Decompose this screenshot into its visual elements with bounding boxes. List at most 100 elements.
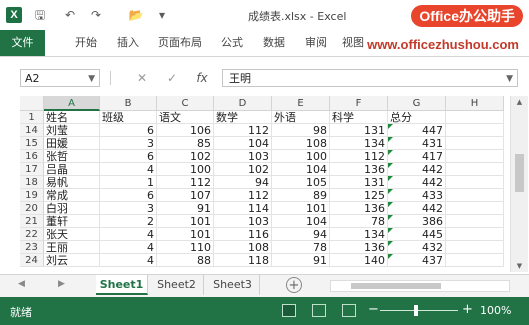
- expand-formula-icon[interactable]: ▼: [506, 70, 513, 88]
- table-cell[interactable]: 吕晶: [44, 163, 100, 176]
- table-cell[interactable]: 78: [272, 241, 330, 254]
- row-header[interactable]: 14: [20, 124, 44, 137]
- row-header[interactable]: 24: [20, 254, 44, 267]
- table-cell[interactable]: 103: [214, 150, 272, 163]
- row-header[interactable]: 15: [20, 137, 44, 150]
- table-cell[interactable]: 董轩: [44, 215, 100, 228]
- header-cell[interactable]: 外语: [272, 111, 330, 124]
- table-cell[interactable]: 140: [330, 254, 388, 267]
- tab-data[interactable]: 数据: [254, 30, 294, 56]
- row-header[interactable]: 1: [20, 111, 44, 124]
- customize-icon[interactable]: ▾: [154, 6, 170, 24]
- table-cell[interactable]: [446, 254, 504, 267]
- table-cell[interactable]: 433: [388, 189, 446, 202]
- table-cell[interactable]: 100: [157, 163, 214, 176]
- column-header-g[interactable]: G: [388, 96, 446, 111]
- sheet-tab-sheet2[interactable]: Sheet2: [150, 275, 204, 295]
- header-cell[interactable]: 科学: [330, 111, 388, 124]
- table-cell[interactable]: 108: [272, 137, 330, 150]
- table-cell[interactable]: 447: [388, 124, 446, 137]
- row-header[interactable]: 16: [20, 150, 44, 163]
- normal-view-icon[interactable]: [282, 304, 296, 317]
- column-header-b[interactable]: B: [100, 96, 157, 111]
- table-cell[interactable]: 王丽: [44, 241, 100, 254]
- table-cell[interactable]: 136: [330, 241, 388, 254]
- table-cell[interactable]: 3: [100, 137, 157, 150]
- table-cell[interactable]: 442: [388, 163, 446, 176]
- table-cell[interactable]: 4: [100, 254, 157, 267]
- sheet-tab-sheet1[interactable]: Sheet1: [96, 275, 148, 295]
- column-header-a[interactable]: A: [44, 96, 100, 111]
- table-cell[interactable]: [446, 163, 504, 176]
- row-header[interactable]: 22: [20, 228, 44, 241]
- table-cell[interactable]: 78: [330, 215, 388, 228]
- table-cell[interactable]: 134: [330, 228, 388, 241]
- table-cell[interactable]: 6: [100, 150, 157, 163]
- scroll-thumb[interactable]: [515, 154, 524, 192]
- page-break-view-icon[interactable]: [342, 304, 356, 317]
- table-cell[interactable]: 131: [330, 124, 388, 137]
- table-cell[interactable]: 张哲: [44, 150, 100, 163]
- table-cell[interactable]: 91: [157, 202, 214, 215]
- table-cell[interactable]: 98: [272, 124, 330, 137]
- table-cell[interactable]: 112: [214, 189, 272, 202]
- tab-view[interactable]: 视图: [338, 30, 368, 56]
- table-cell[interactable]: 91: [272, 254, 330, 267]
- table-cell[interactable]: 105: [272, 176, 330, 189]
- add-sheet-icon[interactable]: +: [286, 277, 302, 293]
- zoom-out-icon[interactable]: −: [368, 302, 379, 317]
- table-cell[interactable]: 114: [214, 202, 272, 215]
- name-box[interactable]: A2 ▼: [20, 69, 100, 87]
- table-cell[interactable]: 4: [100, 241, 157, 254]
- table-cell[interactable]: 386: [388, 215, 446, 228]
- table-cell[interactable]: 4: [100, 228, 157, 241]
- horizontal-scrollbar[interactable]: [330, 280, 510, 292]
- tab-page-layout[interactable]: 页面布局: [150, 30, 210, 56]
- table-cell[interactable]: [446, 241, 504, 254]
- table-cell[interactable]: 88: [157, 254, 214, 267]
- table-cell[interactable]: 103: [214, 215, 272, 228]
- table-cell[interactable]: 1: [100, 176, 157, 189]
- table-cell[interactable]: 田媛: [44, 137, 100, 150]
- table-cell[interactable]: 125: [330, 189, 388, 202]
- column-header-h[interactable]: H: [446, 96, 504, 111]
- worksheet-grid[interactable]: A B C D E F G H 1 姓名 班级 语文 数学 外语 科学 总分 14 刘莹 6 106 112 98 131 4…: [0, 96, 529, 272]
- cancel-icon[interactable]: ✕: [134, 69, 150, 87]
- table-cell[interactable]: [446, 215, 504, 228]
- table-cell[interactable]: 85: [157, 137, 214, 150]
- row-header[interactable]: 21: [20, 215, 44, 228]
- table-cell[interactable]: 106: [157, 124, 214, 137]
- table-cell[interactable]: 112: [330, 150, 388, 163]
- column-header-e[interactable]: E: [272, 96, 330, 111]
- row-header[interactable]: 19: [20, 189, 44, 202]
- scroll-up-icon[interactable]: ▲: [511, 98, 528, 106]
- column-header-d[interactable]: D: [214, 96, 272, 111]
- table-cell[interactable]: 136: [330, 202, 388, 215]
- table-cell[interactable]: 89: [272, 189, 330, 202]
- table-cell[interactable]: 102: [157, 150, 214, 163]
- table-cell[interactable]: 116: [214, 228, 272, 241]
- table-cell[interactable]: [446, 176, 504, 189]
- table-cell[interactable]: 易帆: [44, 176, 100, 189]
- formula-input[interactable]: 王明 ▼: [222, 69, 518, 87]
- table-cell[interactable]: 刘莹: [44, 124, 100, 137]
- header-cell[interactable]: 姓名: [44, 111, 100, 124]
- table-cell[interactable]: 134: [330, 137, 388, 150]
- table-cell[interactable]: [446, 189, 504, 202]
- table-cell[interactable]: [446, 150, 504, 163]
- table-cell[interactable]: 104: [214, 137, 272, 150]
- table-cell[interactable]: 432: [388, 241, 446, 254]
- header-cell[interactable]: 总分: [388, 111, 446, 124]
- table-cell[interactable]: 3: [100, 202, 157, 215]
- sheet-tab-sheet3[interactable]: Sheet3: [206, 275, 260, 295]
- tab-formulas[interactable]: 公式: [212, 30, 252, 56]
- table-cell[interactable]: 131: [330, 176, 388, 189]
- row-header[interactable]: 17: [20, 163, 44, 176]
- table-cell[interactable]: 417: [388, 150, 446, 163]
- table-cell[interactable]: 110: [157, 241, 214, 254]
- tab-insert[interactable]: 插入: [108, 30, 148, 56]
- table-cell[interactable]: 刘云: [44, 254, 100, 267]
- table-cell[interactable]: 104: [272, 163, 330, 176]
- zoom-level[interactable]: 100%: [480, 304, 511, 317]
- table-cell[interactable]: 104: [272, 215, 330, 228]
